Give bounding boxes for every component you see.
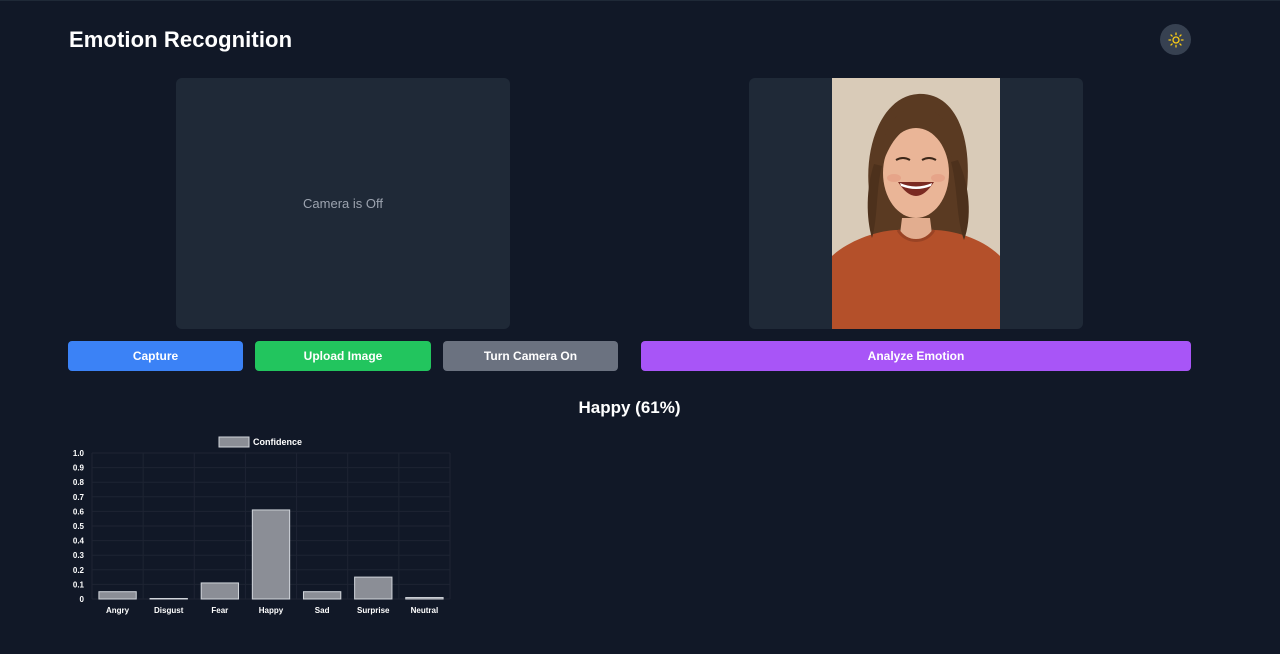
y-tick-label: 1.0 (73, 449, 85, 458)
image-preview-panel (749, 78, 1083, 329)
preview-image (832, 78, 1000, 329)
x-tick-label: Fear (211, 606, 228, 615)
upload-image-button[interactable]: Upload Image (255, 341, 431, 371)
x-tick-label: Surprise (357, 606, 390, 615)
x-tick-label: Happy (259, 606, 284, 615)
x-tick-label: Neutral (411, 606, 439, 615)
bar-happy (251, 509, 291, 600)
y-tick-label: 0.3 (73, 551, 85, 560)
y-tick-label: 0.8 (73, 478, 85, 487)
bar-angry (98, 591, 137, 600)
y-tick-label: 0.2 (73, 566, 85, 575)
capture-button[interactable]: Capture (68, 341, 243, 371)
analyze-emotion-button[interactable]: Analyze Emotion (641, 341, 1191, 371)
sun-icon (1167, 31, 1184, 48)
confidence-chart: Confidence 0 0.1 0.2 0.3 0.4 0.5 0.6 0.7 0.8 0.9 1… (73, 436, 451, 615)
y-tick-label: 0.7 (73, 493, 85, 502)
y-tick-label: 0.4 (73, 537, 85, 546)
theme-toggle-button[interactable] (1160, 24, 1191, 55)
camera-panel: Camera is Off (176, 78, 510, 329)
x-tick-label: Sad (315, 606, 330, 615)
legend-swatch (218, 436, 250, 448)
turn-camera-on-button[interactable]: Turn Camera On (443, 341, 618, 371)
bar-disgust (149, 598, 188, 600)
bar-sad (302, 591, 342, 600)
bar-fear (200, 582, 240, 600)
camera-status-text: Camera is Off (303, 196, 383, 211)
y-tick-label: 0 (80, 595, 85, 604)
x-tick-label: Disgust (154, 606, 184, 615)
y-tick-label: 0.6 (73, 507, 85, 516)
y-tick-label: 0.1 (73, 580, 85, 589)
y-tick-label: 0.5 (73, 522, 85, 531)
emotion-result: Happy (61%) (578, 398, 681, 417)
x-tick-label: Angry (106, 606, 130, 615)
chart-legend: Confidence (218, 436, 302, 448)
legend-label: Confidence (253, 437, 302, 447)
bar-surprise (354, 576, 393, 600)
y-tick-label: 0.9 (73, 464, 85, 473)
bar-neutral (405, 597, 444, 600)
page-title: Emotion Recognition (69, 27, 293, 52)
